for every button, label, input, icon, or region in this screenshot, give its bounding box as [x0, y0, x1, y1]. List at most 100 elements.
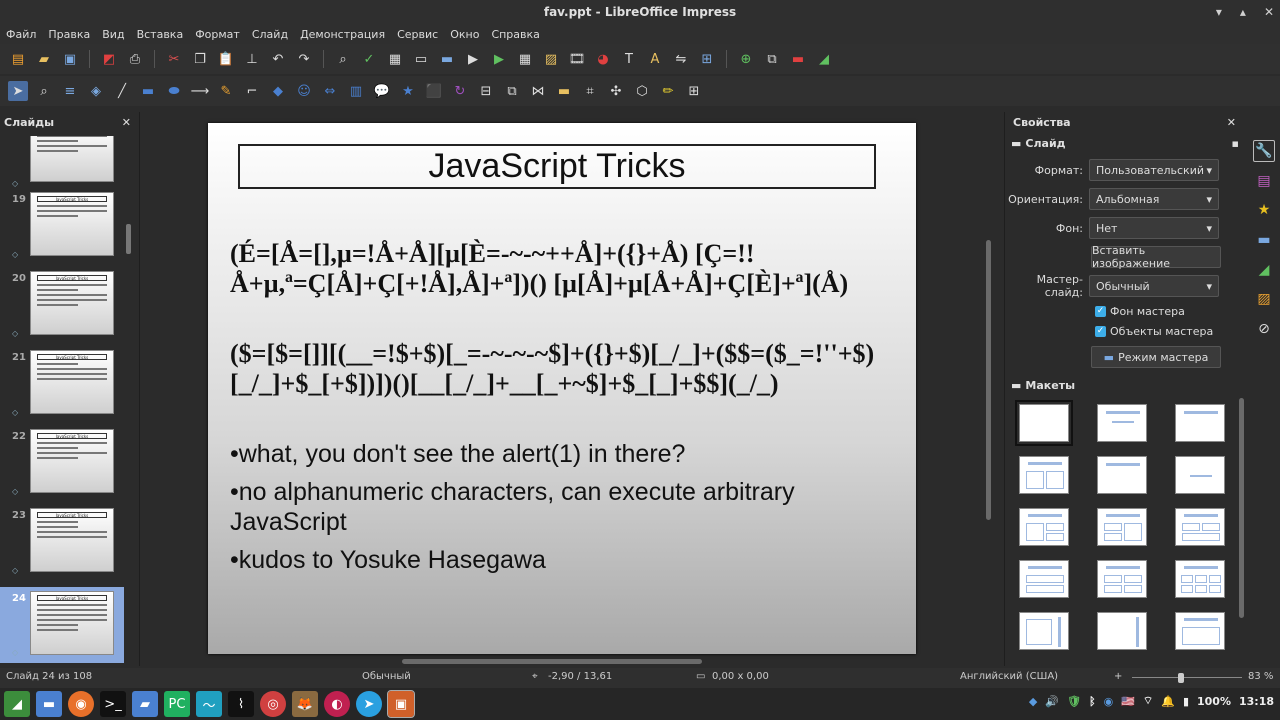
impress-taskbar-icon[interactable]: ▣	[387, 690, 415, 718]
hyperlink-icon[interactable]: ⇋	[671, 49, 691, 69]
close-panel-icon[interactable]: ✕	[122, 116, 131, 129]
cut-icon[interactable]: ✂	[164, 49, 184, 69]
layout-title-2-content[interactable]	[1019, 456, 1069, 494]
layout-vertical-title[interactable]	[1019, 612, 1069, 650]
connector-icon[interactable]: ⌐	[242, 81, 262, 101]
orientation-dropdown[interactable]: Альбомная ▾	[1089, 188, 1219, 210]
notifications-icon[interactable]: 🔔	[1161, 695, 1175, 708]
collapse-icon[interactable]: ▬	[1011, 379, 1021, 392]
undo-icon[interactable]: ↶	[268, 49, 288, 69]
pycharm-icon[interactable]: PC	[164, 691, 190, 717]
monitor-icon[interactable]: 〜	[196, 691, 222, 717]
start-menu-icon[interactable]: ◢	[4, 691, 30, 717]
battery-icon[interactable]: ▮	[1183, 695, 1189, 708]
bluetooth-icon[interactable]: ᛒ	[1089, 695, 1096, 708]
volume-icon[interactable]: 🔊	[1045, 695, 1059, 708]
gallery-tab-icon[interactable]: ▨	[1253, 289, 1275, 311]
language[interactable]: Английский (США)	[960, 671, 1058, 682]
slide-thumbnail[interactable]: JavaScript Tricks	[30, 429, 114, 493]
maximize-icon[interactable]: ▴	[1240, 3, 1246, 21]
slide-thumbnail[interactable]: JavaScript Tricks	[30, 508, 114, 572]
layout-six-content[interactable]	[1175, 560, 1225, 598]
stars-icon[interactable]: ★	[398, 81, 418, 101]
select-pointer-icon[interactable]: ➤	[8, 81, 28, 101]
format-dropdown[interactable]: Пользовательский ▾	[1089, 159, 1219, 181]
navigator-tab-icon[interactable]: ⊘	[1253, 318, 1275, 340]
zoom-in-icon[interactable]: +	[1114, 671, 1122, 682]
horizontal-scrollbar[interactable]	[402, 659, 702, 664]
slide-thumbnail[interactable]: JavaScript Tricks	[30, 271, 114, 335]
dropbox-icon[interactable]: ◆	[1029, 695, 1037, 708]
current-slide[interactable]: JavaScript Tricks (É=[Å=[],µ=!Å+Å][µ[È=-…	[208, 123, 916, 654]
telegram-icon[interactable]: ➤	[356, 691, 382, 717]
shadow-icon[interactable]: ▬	[554, 81, 574, 101]
gimp-icon[interactable]: 🦊	[292, 691, 318, 717]
master-mode-button[interactable]: ▬ Режим мастера	[1091, 346, 1221, 368]
distribute-icon[interactable]: ⋈	[528, 81, 548, 101]
code-snippet-2[interactable]: ($=[$=[]][(__=!$+$)[_=-~-~-~$]+({}+$)[_/…	[230, 339, 910, 399]
layout-blank[interactable]	[1015, 400, 1073, 446]
background-dropdown[interactable]: Нет ▾	[1089, 217, 1219, 239]
fontwork-icon[interactable]: A	[645, 49, 665, 69]
bullet-list[interactable]: •what, you don't see the alert(1) in the…	[230, 439, 900, 583]
duplicate-slide-icon[interactable]: ⧉	[762, 49, 782, 69]
spellcheck-icon[interactable]: ✓	[359, 49, 379, 69]
slide-title[interactable]: JavaScript Tricks	[238, 144, 876, 189]
symbol-shapes-icon[interactable]: ☺	[294, 81, 314, 101]
start-slideshow-icon[interactable]: ▶	[463, 49, 483, 69]
zoom-icon[interactable]: ⌕	[34, 81, 54, 101]
callout-icon[interactable]: 💬	[372, 81, 392, 101]
helplines-icon[interactable]: ⊞	[697, 49, 717, 69]
find-replace-icon[interactable]: ⌕	[333, 49, 353, 69]
flowchart-icon[interactable]: ▥	[346, 81, 366, 101]
rotate-icon[interactable]: ↻	[450, 81, 470, 101]
files-icon[interactable]: ▰	[132, 691, 158, 717]
slide-thumb-row[interactable]: 20 JavaScript Tricks ◇	[0, 271, 124, 350]
clone-format-icon[interactable]: ⊥	[242, 49, 262, 69]
curve-icon[interactable]: ✎	[216, 81, 236, 101]
rectangle-icon[interactable]: ▬	[138, 81, 158, 101]
show-desktop-icon[interactable]: ▬	[36, 691, 62, 717]
styles-tab-icon[interactable]: ◢	[1253, 259, 1275, 281]
fill-color-icon[interactable]: ◈	[86, 81, 106, 101]
display-views-icon[interactable]: ▭	[411, 49, 431, 69]
slide-layout-icon[interactable]: ◢	[814, 49, 834, 69]
textbox-icon[interactable]: T	[619, 49, 639, 69]
menu-window[interactable]: Окно	[450, 28, 479, 41]
slide-thumbnail[interactable]: JavaScript Tricks	[30, 350, 114, 414]
intel-icon[interactable]: ◉	[1104, 695, 1114, 708]
terminal-icon[interactable]: >_	[100, 691, 126, 717]
highlight-icon[interactable]: ✏	[658, 81, 678, 101]
points-icon[interactable]: ✣	[606, 81, 626, 101]
insert-image-button[interactable]: Вставить изображение	[1091, 244, 1221, 270]
zoom-level[interactable]: 83 %	[1248, 671, 1273, 682]
menu-slide[interactable]: Слайд	[252, 28, 288, 41]
arrow-line-icon[interactable]: ⟶	[190, 81, 210, 101]
layout-four-content[interactable]	[1097, 560, 1147, 598]
menu-view[interactable]: Вид	[102, 28, 124, 41]
menu-help[interactable]: Справка	[491, 28, 539, 41]
block-arrows-icon[interactable]: ⇔	[320, 81, 340, 101]
wifi-icon[interactable]: ⌔	[1143, 694, 1153, 708]
zoom-slider[interactable]	[1132, 677, 1242, 678]
image-icon[interactable]: ▨	[541, 49, 561, 69]
layout-title-vertical[interactable]	[1175, 612, 1225, 650]
collapse-icon[interactable]: ▬	[1011, 137, 1021, 150]
media-icon[interactable]: 🎞	[567, 49, 587, 69]
grid-icon[interactable]: ▦	[385, 49, 405, 69]
layout-two-top-content[interactable]	[1175, 508, 1225, 546]
open-folder-icon[interactable]: ▰	[34, 49, 54, 69]
slide-thumbnail[interactable]	[30, 136, 114, 182]
layout-content-two[interactable]	[1097, 508, 1147, 546]
ellipse-icon[interactable]: ⬬	[164, 81, 184, 101]
new-slide-icon[interactable]: ⊕	[736, 49, 756, 69]
chrome-icon[interactable]: ◎	[260, 691, 286, 717]
align-icon[interactable]: ⊟	[476, 81, 496, 101]
close-panel-icon[interactable]: ✕	[1227, 116, 1236, 129]
vertical-scrollbar[interactable]	[986, 240, 991, 520]
layout-title-only[interactable]	[1097, 404, 1147, 442]
toggle-extrusion-icon[interactable]: ⬡	[632, 81, 652, 101]
layout-content-over[interactable]	[1019, 560, 1069, 598]
zoom-slider-handle[interactable]	[1178, 673, 1184, 683]
menu-tools[interactable]: Сервис	[397, 28, 438, 41]
